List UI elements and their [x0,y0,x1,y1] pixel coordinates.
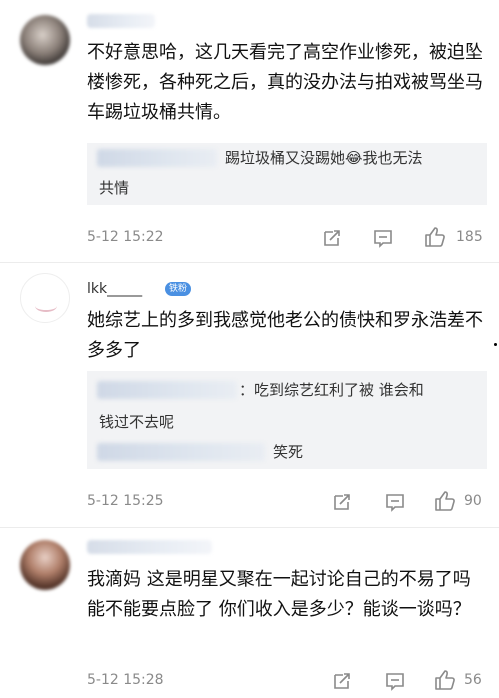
reply-box[interactable]: 踢垃圾桶又没踢她😂我也无法 共情 [87,143,487,205]
reply-text-continued: 钱过不去呢 [99,413,175,431]
avatar[interactable] [20,273,70,323]
username-blurred[interactable] [87,540,212,554]
comment-date: 5-12 15:28 [87,672,164,688]
username-blurred[interactable] [87,14,155,28]
comment-icon [386,494,404,512]
share-button[interactable] [331,491,353,513]
like-icon [425,227,445,247]
like-button[interactable] [434,490,456,512]
comment-button[interactable] [384,491,406,513]
comment-icon [374,230,392,248]
share-icon [334,673,350,689]
like-count: 185 [456,229,483,245]
like-count: 90 [464,493,482,509]
reply-text: 笑死 [273,443,304,461]
like-button[interactable] [424,226,446,248]
fan-badge: 铁粉 [165,282,192,296]
reply-username-blurred[interactable] [97,381,237,399]
reply-text-continued: 共情 [99,179,130,197]
comment-text: 我滴妈 这是明星又聚在一起讨论自己的不易了吗 能不能要点脸了 你们收入是多少？能… [87,569,471,620]
share-icon [334,494,350,510]
comment-1: 不好意思哈，这几天看完了高空作业惨死，被迫坠楼惨死，各种死之后，真的没办法与拍戏… [0,0,499,262]
stray-dot [494,343,497,346]
share-icon [324,230,340,246]
like-count: 56 [464,672,482,688]
reply-text: ：吃到综艺红利了被 谁会和 [239,381,424,399]
comment-date: 5-12 15:22 [87,229,164,245]
username[interactable]: lkk_____ [87,281,142,297]
reply-username-blurred[interactable] [97,443,265,461]
share-button[interactable] [331,670,353,692]
like-button[interactable] [434,669,456,691]
comment-text: 不好意思哈，这几天看完了高空作业惨死，被迫坠楼惨死，各种死之后，真的没办法与拍戏… [87,42,483,123]
like-icon [435,670,455,690]
comment-2: lkk_____ 铁粉 她综艺上的多到我感觉他老公的债快和罗永浩差不多多了 ：吃… [0,263,499,527]
reply-text: 踢垃圾桶又没踢她😂我也无法 [225,149,423,167]
avatar[interactable] [20,540,70,590]
like-icon [435,491,455,511]
share-button[interactable] [321,227,343,249]
reply-box[interactable]: ：吃到综艺红利了被 谁会和 钱过不去呢 笑死 [87,371,487,469]
avatar[interactable] [20,15,70,65]
comment-icon [386,673,404,691]
reply-username-blurred[interactable] [97,149,217,167]
comment-button[interactable] [372,227,394,249]
comment-button[interactable] [384,670,406,692]
comment-date: 5-12 15:25 [87,493,164,509]
comment-3: 我滴妈 这是明星又聚在一起讨论自己的不易了吗 能不能要点脸了 你们收入是多少？能… [0,528,499,698]
comment-text: 她综艺上的多到我感觉他老公的债快和罗永浩差不多多了 [87,310,483,361]
